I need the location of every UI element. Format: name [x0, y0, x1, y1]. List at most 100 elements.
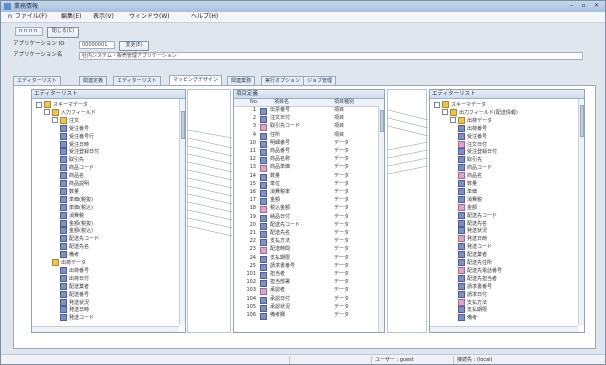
- left-vscrollbar[interactable]: [179, 99, 185, 325]
- menu-edit[interactable]: 編集(E): [61, 13, 81, 21]
- table-row[interactable]: 18 税込金額 データ: [234, 205, 377, 214]
- left-tree-item[interactable]: 消費税: [60, 211, 84, 219]
- right-tree-item[interactable]: 配送先電話番号: [458, 266, 502, 274]
- expand-toggle-icon[interactable]: [52, 117, 58, 124]
- table-row[interactable]: 105 承認状況 データ: [234, 304, 377, 312]
- right-tree-item[interactable]: 発送日時: [458, 235, 487, 243]
- left-tree-item[interactable]: 入力フィールド: [44, 108, 96, 116]
- toolbar-tab[interactable]: ｎｎｎｎ: [15, 27, 43, 36]
- left-tree-item[interactable]: 受注登録日付: [60, 148, 99, 156]
- right-tree-item[interactable]: 取引先: [458, 156, 482, 164]
- app-name-input[interactable]: 社内システム・販売管理アプリケーション: [79, 52, 583, 60]
- expand-toggle-icon[interactable]: [442, 109, 448, 116]
- table-row[interactable]: 22 支払方法 データ: [234, 238, 377, 247]
- expand-toggle-icon[interactable]: [44, 109, 50, 116]
- minimize-button[interactable]: –: [566, 2, 577, 10]
- table-row[interactable]: 23 配送時間 データ: [234, 246, 377, 255]
- right-tree-item[interactable]: 出力フィールド(配送情報): [442, 108, 518, 116]
- right-tree-item[interactable]: 請求日付: [458, 290, 487, 298]
- left-tree-item[interactable]: 単価(税込): [60, 203, 93, 211]
- close-form-button[interactable]: 閉じる(C): [47, 27, 79, 38]
- right-tree-item[interactable]: 配送業者: [458, 251, 487, 259]
- right-tree-item[interactable]: 出荷番号: [458, 124, 487, 132]
- menu-window[interactable]: ウィンドウ(W): [129, 13, 170, 21]
- menu-help[interactable]: ヘルプ(H): [191, 13, 218, 21]
- left-tree-item[interactable]: 配送先名: [60, 243, 89, 251]
- left-tree-item[interactable]: 出荷番号: [60, 266, 89, 274]
- table-row[interactable]: 17 金額 データ: [234, 197, 377, 206]
- right-tree-item[interactable]: 配送先コード: [458, 211, 497, 219]
- right-tree-item[interactable]: 商品名: [458, 172, 482, 180]
- right-tree-item[interactable]: 商品コード: [458, 164, 492, 172]
- table-row[interactable]: 1 伝票番号 項目: [234, 107, 377, 115]
- left-tree-item[interactable]: 金額(税込): [60, 227, 93, 235]
- table-row[interactable]: 16 消費税率 データ: [234, 189, 377, 197]
- right-tree-item[interactable]: 備考: [458, 314, 477, 322]
- table-row[interactable]: 104 承認日付 データ: [234, 296, 377, 304]
- right-tree-item[interactable]: 配送先名: [458, 219, 487, 227]
- table-row[interactable]: 2 注文日付 項目: [234, 115, 377, 124]
- table-row[interactable]: 24 支払期限 データ: [234, 255, 377, 263]
- left-tree-item[interactable]: 発送日時: [60, 306, 89, 314]
- change-button[interactable]: 変更(E): [119, 41, 149, 51]
- table-row[interactable]: 10 明細番号 データ: [234, 140, 377, 148]
- table-row[interactable]: 21 配送先名 データ: [234, 230, 377, 238]
- right-tree-item[interactable]: 支払期限: [458, 306, 487, 314]
- left-tree-item[interactable]: 出荷データ: [52, 259, 86, 266]
- expand-toggle-icon[interactable]: [36, 101, 42, 108]
- left-tree-item[interactable]: 受注日時: [60, 140, 89, 148]
- right-tree-item[interactable]: 金額: [458, 203, 477, 211]
- left-tree-item[interactable]: 配送先コード: [60, 235, 99, 243]
- mid-vscrollbar[interactable]: [378, 106, 384, 332]
- left-tree-item[interactable]: 配送業者: [60, 282, 89, 290]
- table-row[interactable]: 25 請求書番号 データ: [234, 263, 377, 271]
- left-tree-item[interactable]: 出荷日付: [60, 274, 89, 282]
- right-vscroll-thumb[interactable]: [580, 105, 584, 137]
- app-id-input[interactable]: 00000001: [79, 41, 115, 49]
- left-tree-item[interactable]: 商品コード: [60, 164, 94, 172]
- right-tree-item[interactable]: 数量: [458, 180, 477, 187]
- table-row[interactable]: 15 単位 データ: [234, 181, 377, 189]
- right-hscrollbar[interactable]: [430, 326, 578, 332]
- menu-file[interactable]: ｎ ファイル(F): [7, 13, 47, 21]
- left-tree-item[interactable]: 発送状況: [60, 298, 89, 306]
- expand-toggle-icon[interactable]: [450, 117, 456, 124]
- left-hscrollbar[interactable]: [32, 326, 179, 332]
- left-tree-item[interactable]: 発送コード: [60, 314, 94, 322]
- left-tree-item[interactable]: 備考: [60, 251, 79, 259]
- right-tree-item[interactable]: 注文日付: [458, 140, 487, 148]
- right-tree-item[interactable]: 消費税: [458, 195, 482, 203]
- mid-vscroll-thumb[interactable]: [380, 110, 384, 132]
- left-tree-item[interactable]: 金額(税抜): [60, 219, 93, 227]
- table-row[interactable]: 12 商品名称 データ: [234, 156, 377, 165]
- right-tree-item[interactable]: 発送コード: [458, 243, 492, 251]
- left-tree-item[interactable]: 数量: [60, 187, 79, 195]
- left-tree-item[interactable]: 単価(税抜): [60, 195, 93, 203]
- table-row[interactable]: 103 承認者 データ: [234, 287, 377, 296]
- left-tree-item[interactable]: 配送番号: [60, 290, 89, 298]
- maximize-button[interactable]: ▫: [578, 2, 589, 10]
- table-row[interactable]: 4 住所 項目: [234, 132, 377, 140]
- left-vscroll-thumb[interactable]: [181, 111, 185, 139]
- right-tree-item[interactable]: スキーマデータ: [434, 101, 486, 108]
- expand-toggle-icon[interactable]: [434, 101, 440, 108]
- right-tree-item[interactable]: 受注登録日付: [458, 148, 497, 156]
- left-tree-item[interactable]: 注文: [52, 116, 79, 124]
- table-row[interactable]: 106 備考欄 データ: [234, 312, 377, 320]
- right-tree-item[interactable]: 出荷データ: [450, 116, 492, 124]
- right-tree-item[interactable]: 配送先住所: [458, 259, 492, 266]
- table-row[interactable]: 101 担当者 データ: [234, 271, 377, 279]
- right-tree-item[interactable]: 請求書番号: [458, 282, 492, 290]
- left-tree-item[interactable]: 受注番号行: [60, 132, 94, 140]
- table-row[interactable]: 14 数量 データ: [234, 173, 377, 181]
- left-tree-item[interactable]: 取引先: [60, 156, 84, 164]
- right-tree-item[interactable]: 受注番号: [458, 132, 487, 140]
- menu-view[interactable]: 表示(V): [93, 13, 114, 21]
- table-row[interactable]: 3 取引先コード 項目: [234, 123, 377, 132]
- right-tree-item[interactable]: 単価: [458, 187, 477, 195]
- right-tree-item[interactable]: 発送状況: [458, 227, 487, 235]
- table-row[interactable]: 11 商品番号 データ: [234, 148, 377, 156]
- left-tree-item[interactable]: スキーマデータ: [36, 101, 88, 108]
- left-tree-item[interactable]: 受注番号: [60, 124, 89, 132]
- table-row[interactable]: 20 配送先コード データ: [234, 222, 377, 230]
